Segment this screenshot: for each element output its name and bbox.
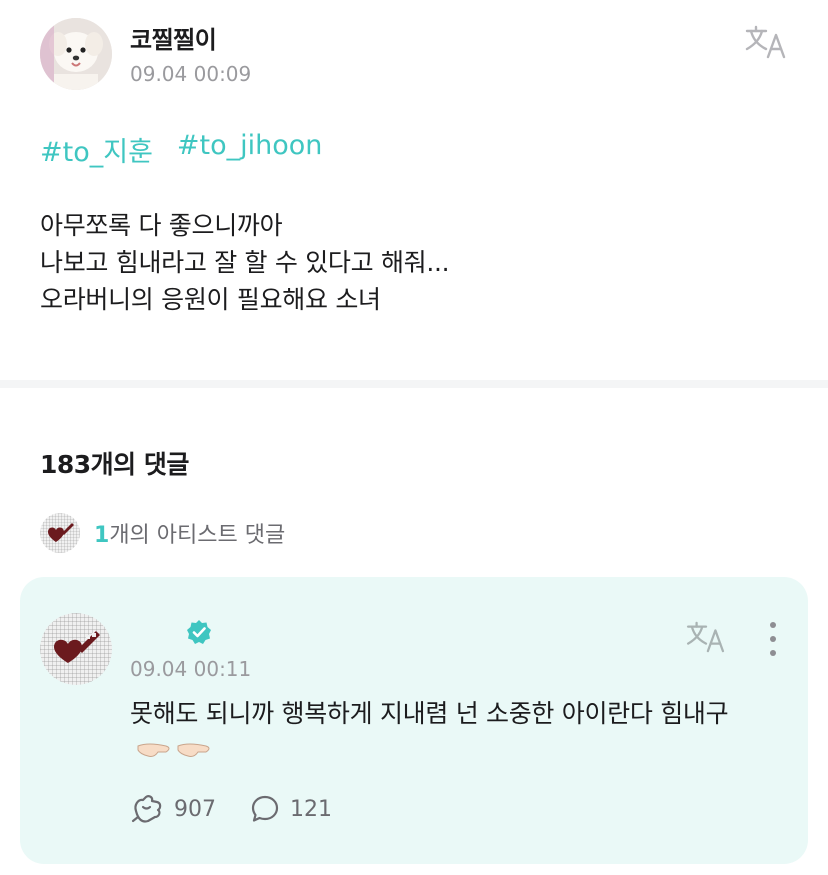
post-detail-screen: 코찔찔이 09.04 00:09 #to_지훈 #to_jihoon 아무쪼록 … bbox=[0, 0, 828, 875]
post-author-avatar[interactable] bbox=[40, 18, 112, 90]
like-count: 907 bbox=[174, 796, 216, 822]
pointing-hand-emoji-icon bbox=[136, 737, 216, 775]
hashtag-list: #to_지훈 #to_jihoon bbox=[40, 130, 322, 169]
like-button[interactable]: 907 bbox=[130, 793, 216, 825]
translate-icon[interactable] bbox=[684, 619, 728, 655]
comment-timestamp: 09.04 00:11 bbox=[130, 657, 252, 681]
artist-comment-filter[interactable]: 1개의 아티스트 댓글 bbox=[40, 513, 285, 553]
artist-avatar bbox=[40, 513, 80, 553]
translate-icon[interactable] bbox=[744, 24, 788, 60]
post-author-name[interactable]: 코찔찔이 bbox=[130, 20, 217, 55]
artist-comment-label: 개의 아티스트 댓글 bbox=[109, 523, 286, 548]
like-icon bbox=[131, 795, 162, 823]
post-body-line: 나보고 힘내라고 잘 할 수 있다고 해줘... bbox=[40, 248, 450, 277]
artist-comment-count: 1 bbox=[94, 523, 110, 548]
more-vertical-icon[interactable] bbox=[760, 619, 786, 659]
comment-body: 못해도 되니까 행복하게 지내렴 넌 소중한 아이란다 힘내구 bbox=[130, 699, 729, 728]
post-body-line: 아무쪼록 다 좋으니까아 bbox=[40, 211, 283, 240]
reply-icon bbox=[251, 795, 279, 822]
reply-button[interactable]: 121 bbox=[250, 794, 332, 824]
comments-count-heading: 183개의 댓글 bbox=[40, 450, 189, 479]
post-body-line: 오라버니의 응원이 필요해요 소녀 bbox=[40, 285, 381, 314]
verified-badge-icon bbox=[186, 619, 212, 645]
comment-author-avatar[interactable] bbox=[40, 613, 112, 685]
post-timestamp: 09.04 00:09 bbox=[130, 62, 252, 86]
comment-text: 못해도 되니까 행복하게 지내렴 넌 소중한 아이란다 힘내구 bbox=[130, 695, 770, 775]
artist-comment-card: 09.04 00:11 못해도 되니까 행복하게 지내렴 넌 소중한 아이란다 … bbox=[20, 577, 808, 864]
section-divider bbox=[0, 380, 828, 388]
reply-count: 121 bbox=[290, 796, 332, 822]
post-body: 아무쪼록 다 좋으니까아 나보고 힘내라고 잘 할 수 있다고 해줘... 오라… bbox=[40, 207, 450, 318]
hashtag-link[interactable]: #to_jihoon bbox=[177, 130, 323, 169]
comment-actions: 907 121 bbox=[130, 793, 366, 825]
hashtag-link[interactable]: #to_지훈 bbox=[40, 130, 153, 169]
